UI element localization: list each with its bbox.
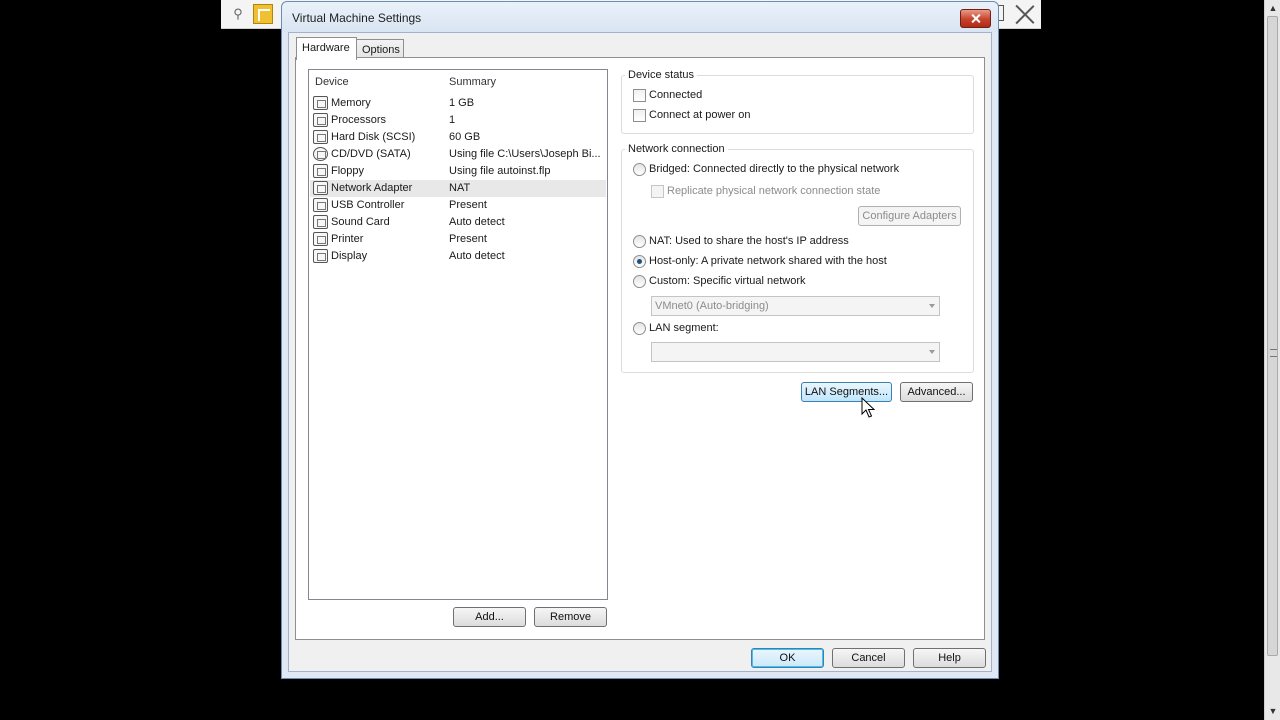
connected-checkbox[interactable]	[633, 89, 646, 102]
device-summary: Auto detect	[449, 250, 505, 262]
connected-label[interactable]: Connected	[649, 89, 702, 101]
device-summary: NAT	[449, 182, 471, 194]
device-row-hard-disk[interactable]: Hard Disk (SCSI) 60 GB	[310, 129, 606, 146]
memory-icon	[313, 96, 328, 110]
vertical-scrollbar[interactable]: ▲ ▼	[1264, 0, 1280, 720]
scroll-up-icon[interactable]: ▲	[1267, 2, 1279, 14]
device-name: Floppy	[331, 165, 365, 177]
lan-segment-label[interactable]: LAN segment:	[649, 322, 719, 334]
close-button[interactable]	[960, 9, 991, 28]
device-row-memory[interactable]: Memory 1 GB	[310, 95, 606, 112]
nat-radio[interactable]	[633, 235, 646, 248]
sound-card-icon	[313, 215, 328, 229]
dialog-client-area: Hardware Options Device Summary Memory 1…	[288, 32, 992, 672]
device-summary: 1	[449, 114, 456, 126]
mouse-cursor-icon	[861, 397, 875, 418]
device-summary: Using file C:\Users\Joseph Bi...	[449, 148, 601, 160]
device-list[interactable]: Device Summary Memory 1 GB Processors 1 …	[308, 69, 608, 600]
printer-icon	[313, 232, 328, 246]
hard-disk-icon	[313, 130, 328, 144]
replicate-checkbox[interactable]	[651, 185, 664, 198]
device-row-display[interactable]: Display Auto detect	[310, 248, 606, 265]
advanced-button[interactable]: Advanced...	[900, 382, 973, 402]
cd-dvd-icon	[313, 147, 328, 161]
column-header-device[interactable]: Device	[315, 76, 349, 88]
device-name: Printer	[331, 233, 364, 245]
tool-icon[interactable]	[253, 4, 273, 24]
chevron-down-icon	[929, 350, 935, 354]
scroll-down-icon[interactable]: ▼	[1267, 705, 1279, 717]
list-header: Device Summary	[309, 70, 607, 92]
device-row-usb-controller[interactable]: USB Controller Present	[310, 197, 606, 214]
add-button[interactable]: Add...	[453, 607, 526, 627]
host-only-radio[interactable]	[633, 255, 646, 268]
pin-icon[interactable]: ⚲	[229, 5, 247, 23]
device-name: Display	[331, 250, 368, 262]
network-adapter-icon	[313, 181, 328, 195]
custom-label[interactable]: Custom: Specific virtual network	[649, 275, 806, 287]
cancel-button[interactable]: Cancel	[832, 648, 905, 668]
device-row-network-adapter[interactable]: Network Adapter NAT	[310, 180, 606, 197]
replicate-label: Replicate physical network connection st…	[667, 185, 881, 197]
help-button[interactable]: Help	[913, 648, 986, 668]
host-only-label[interactable]: Host-only: A private network shared with…	[649, 255, 887, 267]
custom-network-value: VMnet0 (Auto-bridging)	[655, 300, 769, 312]
bridged-radio[interactable]	[633, 163, 646, 176]
device-name: Network Adapter	[331, 182, 413, 194]
device-summary: Present	[449, 199, 487, 211]
device-summary: Using file autoinst.flp	[449, 165, 551, 177]
title-bar[interactable]: Virtual Machine Settings	[282, 2, 998, 32]
lan-segment-radio[interactable]	[633, 322, 646, 335]
remove-button[interactable]: Remove	[534, 607, 607, 627]
network-connection-title: Network connection	[625, 143, 728, 155]
floppy-icon	[313, 164, 328, 178]
vm-settings-dialog: Virtual Machine Settings Hardware Option…	[281, 1, 999, 679]
scrollbar-thumb[interactable]	[1267, 16, 1278, 656]
configure-adapters-button[interactable]: Configure Adapters	[858, 206, 961, 226]
dialog-title: Virtual Machine Settings	[292, 11, 422, 25]
device-name: Memory	[331, 97, 371, 109]
device-row-sound-card[interactable]: Sound Card Auto detect	[310, 214, 606, 231]
device-name: Sound Card	[331, 216, 390, 228]
bridged-label[interactable]: Bridged: Connected directly to the physi…	[649, 163, 899, 175]
device-name: CD/DVD (SATA)	[331, 148, 411, 160]
scroll-grip-icon	[1270, 349, 1277, 357]
display-icon	[313, 249, 328, 263]
tab-options-label: Options	[362, 44, 400, 56]
device-summary: Present	[449, 233, 487, 245]
device-row-floppy[interactable]: Floppy Using file autoinst.flp	[310, 163, 606, 180]
nat-label[interactable]: NAT: Used to share the host's IP address	[649, 235, 849, 247]
custom-radio[interactable]	[633, 275, 646, 288]
device-summary: 1 GB	[449, 97, 475, 109]
column-header-summary[interactable]: Summary	[449, 76, 496, 88]
hardware-panel: Device Summary Memory 1 GB Processors 1 …	[295, 57, 985, 640]
usb-icon	[313, 198, 328, 212]
chevron-down-icon	[929, 304, 935, 308]
device-name: USB Controller	[331, 199, 405, 211]
device-name: Hard Disk (SCSI)	[331, 131, 416, 143]
device-row-cd-dvd[interactable]: CD/DVD (SATA) Using file C:\Users\Joseph…	[310, 146, 606, 163]
lan-segment-select[interactable]	[651, 342, 940, 362]
tab-hardware-label: Hardware	[302, 42, 350, 54]
power-on-label[interactable]: Connect at power on	[649, 109, 751, 121]
power-on-checkbox[interactable]	[633, 109, 646, 122]
device-status-group	[621, 75, 974, 134]
device-name: Processors	[331, 114, 387, 126]
device-summary: Auto detect	[449, 216, 505, 228]
device-row-processors[interactable]: Processors 1	[310, 112, 606, 129]
processor-icon	[313, 113, 328, 127]
custom-network-select[interactable]: VMnet0 (Auto-bridging)	[651, 296, 940, 316]
device-row-printer[interactable]: Printer Present	[310, 231, 606, 248]
tab-hardware[interactable]: Hardware	[296, 37, 357, 60]
close-icon[interactable]	[1014, 3, 1036, 25]
ok-button[interactable]: OK	[751, 648, 824, 668]
device-status-title: Device status	[625, 69, 698, 81]
device-summary: 60 GB	[449, 131, 481, 143]
lan-segments-button[interactable]: LAN Segments...	[801, 382, 892, 402]
